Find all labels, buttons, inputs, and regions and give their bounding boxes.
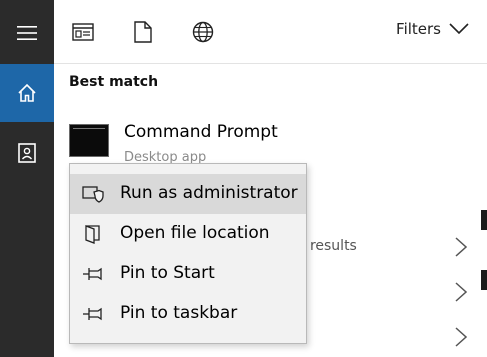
- menu-item-label: Run as administrator: [120, 183, 298, 203]
- best-match-heading: Best match: [69, 74, 159, 90]
- navigation-rail: [0, 0, 54, 357]
- folder-icon: [82, 224, 104, 244]
- menu-item-label: Pin to Start: [120, 263, 215, 283]
- pin-to-start-item[interactable]: Pin to Start: [70, 254, 306, 294]
- search-scope-bar: Filters: [54, 0, 487, 64]
- result-title: Command Prompt: [124, 122, 278, 142]
- chevron-right-icon: [455, 237, 467, 257]
- home-button[interactable]: [0, 64, 54, 122]
- apps-scope-button[interactable]: [70, 19, 96, 45]
- menu-item-label: Open file location: [120, 223, 270, 243]
- scrollbar-fragment: [481, 270, 487, 290]
- notebook-icon: [18, 143, 36, 163]
- notebook-button[interactable]: [0, 124, 54, 182]
- best-match-result[interactable]: Command Prompt Desktop app: [69, 118, 469, 168]
- document-icon: [134, 21, 152, 43]
- documents-scope-button[interactable]: [130, 19, 156, 45]
- pin-to-taskbar-item[interactable]: Pin to taskbar: [70, 294, 306, 334]
- shield-icon: [82, 184, 104, 204]
- pin-icon: [82, 304, 104, 324]
- filters-dropdown[interactable]: Filters: [396, 20, 469, 38]
- context-menu: Run as administrator Open file location …: [69, 163, 307, 344]
- pin-icon: [82, 264, 104, 284]
- menu-button[interactable]: [0, 4, 54, 62]
- open-file-location-item[interactable]: Open file location: [70, 214, 306, 254]
- apps-scope-icon: [72, 23, 94, 41]
- filters-label: Filters: [396, 20, 441, 38]
- chevron-down-icon: [449, 23, 469, 35]
- globe-icon: [192, 21, 214, 43]
- menu-item-label: Pin to taskbar: [120, 303, 238, 323]
- hamburger-icon: [17, 26, 37, 40]
- run-as-administrator-item[interactable]: Run as administrator: [70, 174, 306, 214]
- chevron-right-icon: [455, 327, 467, 347]
- home-icon: [18, 83, 36, 102]
- chevron-right-icon: [455, 282, 467, 302]
- web-scope-button[interactable]: [190, 19, 216, 45]
- command-prompt-icon: [69, 124, 109, 157]
- scrollbar-fragment: [481, 210, 487, 230]
